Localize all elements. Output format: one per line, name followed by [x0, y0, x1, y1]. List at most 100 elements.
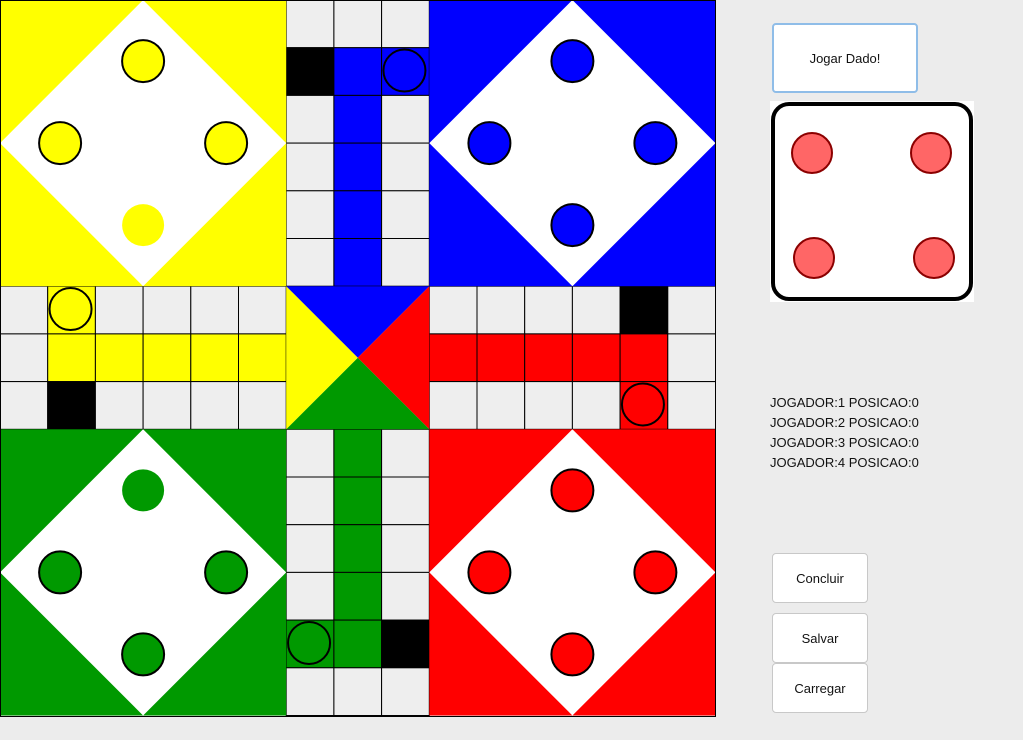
track-cell: [381, 476, 430, 526]
player-status-line: JOGADOR:2 POSICAO:0: [770, 415, 919, 430]
track-cell: [285, 190, 335, 240]
track-cell: [381, 0, 430, 49]
track-cell: [667, 381, 716, 430]
safe-cell: [619, 285, 669, 335]
home-lane-cell: [333, 476, 383, 526]
token-yellow: [38, 121, 83, 166]
die-pip: [910, 132, 952, 174]
home-lane-cell: [476, 333, 526, 383]
track-cell: [428, 381, 478, 430]
home-lane-cell: [333, 47, 383, 96]
track-cell: [381, 238, 430, 287]
track-cell: [428, 285, 478, 335]
track-cell: [0, 381, 49, 430]
track-cell: [381, 524, 430, 573]
token-blue: [633, 121, 678, 166]
track-cell: [333, 667, 383, 716]
track-cell: [285, 94, 335, 144]
track-cell: [476, 285, 526, 335]
safe-cell: [47, 381, 96, 430]
track-cell: [381, 667, 430, 716]
track-cell: [285, 476, 335, 526]
token-blue: [467, 121, 512, 166]
token-red: [467, 550, 512, 595]
track-cell: [524, 381, 573, 430]
track-cell: [94, 285, 144, 335]
track-cell: [238, 285, 287, 335]
conclude-button[interactable]: Concluir: [772, 553, 868, 603]
home-lane-cell: [333, 524, 383, 573]
track-cell: [285, 524, 335, 573]
track-cell: [190, 381, 240, 430]
token-green: [204, 550, 249, 595]
track-cell: [142, 381, 192, 430]
token-yellow: [122, 204, 165, 247]
track-cell: [667, 333, 716, 383]
track-cell: [285, 571, 335, 621]
track-cell: [285, 142, 335, 192]
safe-cell: [285, 47, 335, 96]
home-lane-cell: [428, 333, 478, 383]
roll-dice-button[interactable]: Jogar Dado!: [772, 23, 918, 93]
player-status-list: JOGADOR:1 POSICAO:0 JOGADOR:2 POSICAO:0 …: [770, 393, 919, 473]
home-lane-cell: [47, 333, 96, 383]
ludo-board[interactable]: [0, 0, 716, 717]
home-lane-cell: [524, 333, 573, 383]
player-status-line: JOGADOR:4 POSICAO:0: [770, 455, 919, 470]
track-cell: [285, 0, 335, 49]
home-lane-cell: [94, 333, 144, 383]
player-status-line: JOGADOR:3 POSICAO:0: [770, 435, 919, 450]
die-pip: [791, 132, 833, 174]
token-red: [550, 632, 595, 677]
track-cell: [285, 667, 335, 716]
home-lane-cell: [333, 619, 383, 669]
safe-cell: [381, 619, 430, 669]
track-cell: [285, 428, 335, 478]
die-face: [770, 101, 974, 302]
track-cell: [381, 571, 430, 621]
track-cell: [0, 333, 49, 383]
track-cell: [381, 428, 430, 478]
home-lane-cell: [619, 333, 669, 383]
track-cell: [667, 285, 716, 335]
load-button[interactable]: Carregar: [772, 663, 868, 713]
home-lane-cell: [333, 428, 383, 478]
track-cell: [238, 381, 287, 430]
track-cell: [381, 94, 430, 144]
player-status-line: JOGADOR:1 POSICAO:0: [770, 395, 919, 410]
save-button[interactable]: Salvar: [772, 613, 868, 663]
track-cell: [381, 142, 430, 192]
token-yellow: [48, 287, 93, 332]
token-green: [122, 469, 165, 512]
track-cell: [142, 285, 192, 335]
track-cell: [333, 0, 383, 49]
token-blue: [550, 39, 595, 84]
home-lane-cell: [333, 238, 383, 287]
home-lane-cell: [333, 190, 383, 240]
token-green: [121, 632, 166, 677]
home-lane-cell: [333, 571, 383, 621]
die-pip: [913, 237, 955, 279]
token-red: [550, 468, 595, 513]
track-cell: [571, 381, 621, 430]
track-cell: [476, 381, 526, 430]
track-cell: [0, 285, 49, 335]
home-lane-cell: [142, 333, 192, 383]
token-yellow: [204, 121, 249, 166]
token-green: [287, 620, 332, 665]
track-cell: [381, 190, 430, 240]
token-red: [620, 382, 665, 427]
track-cell: [285, 238, 335, 287]
token-blue: [382, 48, 427, 93]
home-lane-cell: [571, 333, 621, 383]
token-blue: [550, 203, 595, 248]
token-green: [38, 550, 83, 595]
track-cell: [190, 285, 240, 335]
track-cell: [524, 285, 573, 335]
track-cell: [571, 285, 621, 335]
token-yellow: [121, 39, 166, 84]
token-red: [633, 550, 678, 595]
home-lane-cell: [238, 333, 287, 383]
home-lane-cell: [190, 333, 240, 383]
track-cell: [94, 381, 144, 430]
